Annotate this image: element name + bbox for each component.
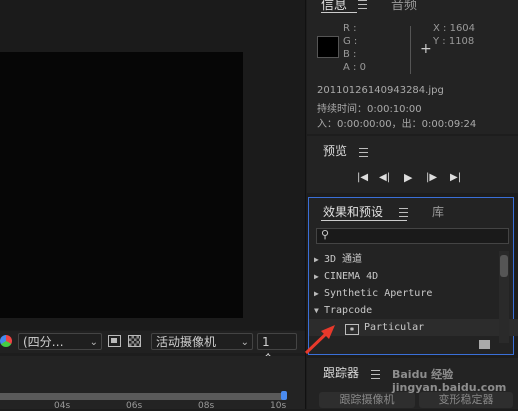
color-swatch <box>317 36 339 58</box>
scrollbar-thumb[interactable] <box>500 255 508 277</box>
r-value: R : <box>343 23 357 34</box>
tick-label: 04s <box>54 401 71 411</box>
chevron-down-icon: ⌄ <box>240 337 249 348</box>
camera-select[interactable]: 活动摄像机 ⌄ <box>151 333 253 350</box>
tree-item-3d-channel[interactable]: ▶ 3D 通道 <box>309 251 500 268</box>
track-camera-button[interactable]: 跟踪摄像机 <box>319 392 415 408</box>
tick-label: 06s <box>126 401 143 411</box>
tree-item-label: Trapcode <box>324 305 373 316</box>
preview-title: 预览 <box>323 144 348 158</box>
timeline-ruler[interactable] <box>0 393 284 400</box>
preview-panel: 预览 |◀ ◀| ▶ |▶ ▶| <box>307 136 518 193</box>
composition-canvas[interactable] <box>0 52 243 318</box>
last-frame-icon[interactable]: ▶| <box>450 172 461 183</box>
crosshair-icon: + <box>420 41 432 57</box>
file-name: 20110126140943284.jpg <box>317 85 444 96</box>
play-icon[interactable]: ▶ <box>404 171 412 184</box>
playhead-marker[interactable] <box>281 391 287 400</box>
expanded-triangle-icon: ▼ <box>314 306 319 315</box>
region-of-interest-icon[interactable] <box>108 335 121 347</box>
timeline-panel <box>0 356 305 409</box>
in-out-text: 入：0:00:00:00，出：0:00:09:24 <box>317 119 477 130</box>
a-value: A : 0 <box>343 62 366 73</box>
effects-menu-icon[interactable] <box>399 208 408 217</box>
tick-label: 08s <box>198 401 215 411</box>
baidu-watermark: Baidu 经验 jingyan.baidu.com <box>392 368 507 394</box>
next-frame-icon[interactable]: |▶ <box>426 172 437 183</box>
camera-value: 活动摄像机 <box>156 335 217 349</box>
tree-scrollbar-track[interactable] <box>499 251 509 343</box>
y-value: Y : 1108 <box>433 36 475 47</box>
new-folder-icon[interactable] <box>479 340 490 349</box>
resolution-value: (四分… <box>23 335 64 349</box>
info-divider <box>410 26 411 74</box>
duration-text: 持续时间：0:00:10:00 <box>317 104 422 115</box>
annotation-arrow <box>304 325 335 355</box>
tab-effects-presets[interactable]: 效果和预设 <box>323 203 383 220</box>
chevron-down-icon: ⌄ <box>89 337 98 348</box>
viewer-toolbar: (四分… ⌄ 活动摄像机 ⌄ 1 个… <box>0 331 305 366</box>
tree-item-label: Synthetic Aperture <box>324 288 433 299</box>
prev-frame-icon[interactable]: ◀| <box>379 172 390 183</box>
tick-label: 10s <box>270 401 287 411</box>
b-value: B : <box>343 49 357 60</box>
effects-search-input[interactable]: ⚲ <box>316 228 509 244</box>
info-panel: 信息 音频 R : G : B : A : 0 + X : 1604 Y : 1… <box>307 0 518 134</box>
transparency-grid-icon[interactable] <box>128 335 141 347</box>
preview-menu-icon[interactable] <box>359 148 368 157</box>
collapsed-triangle-icon: ▶ <box>314 289 319 298</box>
info-panel-menu-icon[interactable] <box>358 0 367 9</box>
warp-stabilizer-button[interactable]: 变形稳定器 <box>419 392 513 408</box>
tree-item-label: 3D 通道 <box>324 254 363 265</box>
views-select[interactable]: 1 个… <box>257 333 297 366</box>
tree-item-label: CINEMA 4D <box>324 271 379 282</box>
color-channel-icon[interactable] <box>0 335 12 347</box>
tracker-menu-icon[interactable] <box>371 370 380 379</box>
first-frame-icon[interactable]: |◀ <box>357 172 368 183</box>
tree-item-label: Particular <box>364 322 425 333</box>
collapsed-triangle-icon: ▶ <box>314 255 319 264</box>
tab-active-underline <box>321 220 407 221</box>
tree-item-trapcode[interactable]: ▼ Trapcode <box>309 302 500 319</box>
tab-library[interactable]: 库 <box>432 203 444 220</box>
tree-item-synthetic-aperture[interactable]: ▶ Synthetic Aperture <box>309 285 500 302</box>
tracker-title: 跟踪器 <box>323 366 360 380</box>
tab-audio[interactable]: 音频 <box>391 0 417 13</box>
resolution-select[interactable]: (四分… ⌄ <box>18 333 102 350</box>
tree-item-cinema-4d[interactable]: ▶ CINEMA 4D <box>309 268 500 285</box>
effect-plugin-icon: ✱ <box>345 324 359 335</box>
search-icon: ⚲ <box>321 228 330 241</box>
collapsed-triangle-icon: ▶ <box>314 272 319 281</box>
g-value: G : <box>343 36 358 47</box>
x-value: X : 1604 <box>433 23 476 34</box>
tab-info-underline <box>321 12 357 13</box>
